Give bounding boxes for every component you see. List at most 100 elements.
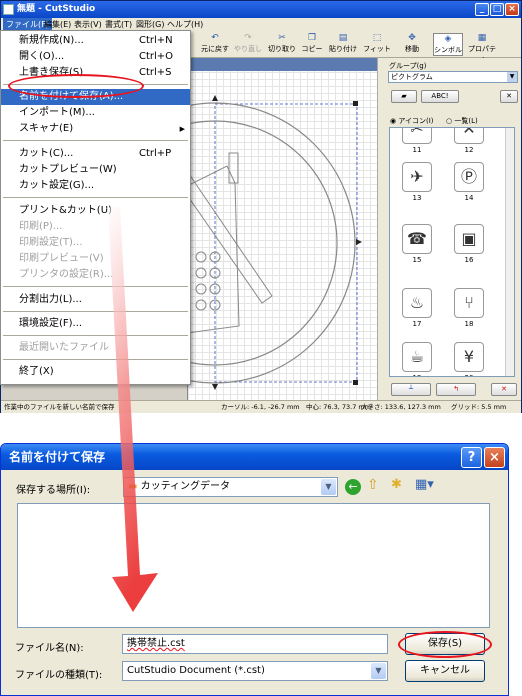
menu-item-17: 最近開いたファイル [1,340,190,356]
menu-separator [3,311,188,312]
back-icon[interactable]: ← [345,479,361,495]
symbol-label: シンボル [434,46,462,54]
yen-icon[interactable]: ¥ [454,342,484,372]
menu-item-13: 印刷プレビュー(V) [1,251,190,267]
submenu-arrow-icon: ▶ [179,125,185,133]
filetype-select[interactable]: CutStudio Document (*.cst) ▼ [122,661,388,681]
panel-close-button[interactable]: ✕ [500,90,518,103]
menu-item-10[interactable]: プリント&カット(U) [1,203,190,219]
move-icon: ✥ [408,33,416,43]
prohibition-slash [187,170,273,304]
selection-handle[interactable] [353,380,358,385]
close-button[interactable]: × [505,3,519,16]
filename-label: ファイル名(N): [15,643,84,654]
undo-icon: ↶ [211,33,219,43]
menu-item-16[interactable]: 環境設定(F)... [1,316,190,332]
filetype-value: CutStudio Document (*.cst) [127,665,265,676]
undo-label: 元に戻す [201,45,229,53]
new-folder-icon[interactable]: ✱ [391,477,402,492]
app-title-bar[interactable]: 無題 - CutStudio _ □ × [1,1,521,18]
property-button[interactable]: ▦プロパティ [465,33,499,63]
copy-label: コピー [301,45,323,53]
menu-item-label: 開く(O)... [19,51,65,62]
chevron-down-icon: ▼ [321,479,336,495]
paste-icon: ▤ [338,33,348,43]
redo-button[interactable]: ↷ やり直し [232,33,264,56]
menu-separator [3,335,188,336]
symbol-scrollbar[interactable] [505,128,514,376]
menu-item-6[interactable]: スキャナ(E) ▶ [1,121,190,137]
symbol-number: 15 [412,256,422,264]
place-symbol-button[interactable]: ┴ [391,383,431,396]
menu-item-8[interactable]: カットプレビュー(W) [1,162,190,178]
no-mobile-phone-drawing[interactable] [187,71,377,400]
menu-item-2[interactable]: 開く(O)... Ctrl+O [1,49,190,65]
cut-button[interactable]: ✂ 切り取り [267,33,297,56]
menu-item-9[interactable]: カット設定(G)... [1,178,190,194]
coffee-icon[interactable]: ☕ [402,342,432,372]
fit-button[interactable]: ⬚ フィット [363,33,391,56]
chevron-down-icon: ▼ [371,663,386,679]
symbol-grid: ✂ 11 ✕ 12 ✈ 13 Ⓟ 14 ☎ 15 ▣ 16 ♨ 17 ⑂ 18 ☕ 19 ¥20 [389,127,515,377]
menu-item-7[interactable]: カット(C)... Ctrl+P [1,146,190,162]
symbol-button[interactable]: ◈ シンボル [433,33,463,56]
menu-separator [3,359,188,360]
status-grid: グリッド: 5.5 mm [451,403,507,411]
menu-item-label: 印刷設定(T)... [19,237,83,248]
menu-item-5[interactable]: インポート(M)... [1,105,190,121]
filename-value: 携帯禁止.cst [127,638,185,649]
copy-button[interactable]: ❐ コピー [299,33,325,56]
dialog-close-button[interactable]: × [484,447,505,468]
telephone-icon[interactable]: ☎ [402,224,432,254]
menu-item-label: カット設定(G)... [19,180,95,191]
cancel-button[interactable]: キャンセル [405,660,485,682]
dialog-title-bar[interactable]: 名前を付けて保存 ? × [1,444,508,470]
airplane-icon[interactable]: ✈ [402,162,432,192]
abc-label: ABC! [431,92,449,100]
selection-handle[interactable] [212,384,218,390]
help-button[interactable]: ? [461,447,482,468]
radio-list-label: 一覧(L) [454,117,478,125]
selection-handle[interactable] [212,95,218,101]
folder-button[interactable]: ▰ [391,90,417,103]
menu-item-15[interactable]: 分割出力(L)... [1,292,190,308]
symbol-number: 16 [464,256,474,264]
undo-button[interactable]: ↶ 元に戻す [199,33,231,56]
minimize-button[interactable]: _ [475,3,489,16]
parking-icon[interactable]: Ⓟ [454,162,484,192]
menu-item-1[interactable]: 新規作成(N)... Ctrl+N [1,33,190,49]
scissors-icon[interactable]: ✂ [402,128,432,144]
filename-input[interactable]: 携帯禁止.cst [122,634,388,654]
up-folder-icon[interactable]: ⇧ [367,477,379,493]
redo-label: やり直し [234,45,262,53]
card-phone-icon[interactable]: ▣ [454,224,484,254]
symbol-number: 17 [412,320,422,328]
status-bar: 作業中のファイルを新しい名前で保存 カーソル: -6.1, -26.7 mm 中… [1,400,521,413]
radio-icon-view[interactable]: ◉ アイコン(I) [390,116,434,126]
menu-item-18[interactable]: 終了(X) [1,364,190,380]
symbol-icon: ◈ [444,34,452,44]
group-value: ピクトグラム [391,73,433,81]
abc-button[interactable]: ABC! [421,90,459,103]
location-select[interactable]: ▬ カッティングデータ ▼ [123,477,338,497]
canvas-scrollbar[interactable] [377,58,386,400]
menu-item-label: カットプレビュー(W) [19,164,117,175]
prohibition-circle-inner [187,120,338,366]
fish-icon[interactable]: ✕ [454,128,484,144]
smoking-area-icon[interactable]: ♨ [402,288,432,318]
delete-symbol-button[interactable]: ✕ [491,383,517,396]
view-menu-icon[interactable]: ▦▾ [415,477,434,492]
selection-handle[interactable] [356,239,362,245]
move-button[interactable]: ✥ 移動 [399,33,425,56]
group-select[interactable]: ピクトグラム ▼ [388,71,518,83]
location-value: カッティングデータ [140,481,231,492]
radio-list-view[interactable]: ○ 一覧(L) [446,116,478,126]
file-list[interactable] [17,503,490,628]
restaurant-icon[interactable]: ⑂ [454,288,484,318]
menu-item-label: スキャナ(E) [19,123,74,134]
selection-handle[interactable] [353,101,358,106]
fit-icon: ⬚ [372,33,382,43]
paste-button[interactable]: ▤ 貼り付け [327,33,359,56]
replace-symbol-button[interactable]: ↰ [436,383,476,396]
maximize-button[interactable]: □ [490,3,504,16]
